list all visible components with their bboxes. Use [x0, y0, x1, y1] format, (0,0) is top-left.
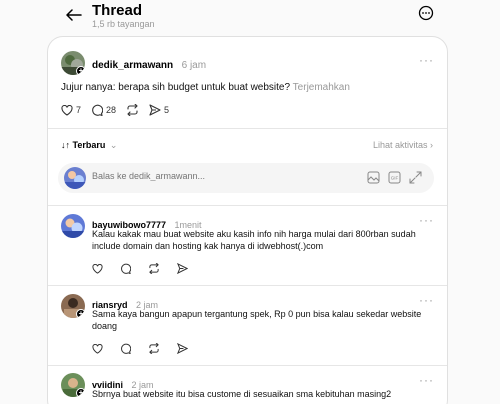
- follow-badge-icon[interactable]: +: [76, 309, 85, 318]
- comment-count: 28: [106, 105, 117, 115]
- reply-more-button[interactable]: ···: [419, 293, 434, 307]
- send-icon[interactable]: [177, 343, 188, 354]
- avatar-image: [61, 214, 85, 238]
- comment-icon: [92, 104, 104, 116]
- avatar[interactable]: +: [61, 51, 85, 75]
- view-count: 1,5 rb tayangan: [92, 19, 155, 29]
- sort-bar: ↓↑ Terbaru ⌄ Lihat aktivitas ›: [61, 140, 433, 152]
- expand-icon[interactable]: [409, 171, 422, 184]
- chevron-right-icon: ›: [430, 140, 433, 150]
- avatar[interactable]: [61, 214, 85, 238]
- reply-text: Sama kaya bangun apapun tergantung spek,…: [92, 309, 422, 331]
- more-options-button[interactable]: [418, 5, 434, 21]
- share-button[interactable]: 5: [149, 104, 169, 116]
- divider: [48, 205, 447, 206]
- like-button[interactable]: 7: [61, 104, 82, 116]
- repost-icon[interactable]: [148, 343, 160, 354]
- page-title: Thread: [92, 2, 143, 19]
- repost-icon[interactable]: [148, 263, 160, 274]
- follow-badge-icon[interactable]: +: [76, 66, 85, 75]
- reply-more-button[interactable]: ···: [419, 373, 434, 387]
- reply-actions: [92, 343, 188, 354]
- view-activity-label: Lihat aktivitas: [372, 140, 428, 150]
- avatar[interactable]: +: [61, 373, 85, 397]
- post-username[interactable]: dedik_armawann: [92, 60, 173, 71]
- post-time: 6 jam: [181, 60, 207, 71]
- heart-icon[interactable]: [92, 343, 103, 354]
- thread-header: Thread 1,5 rb tayangan: [0, 0, 500, 36]
- sort-label: Terbaru: [72, 140, 106, 150]
- heart-icon[interactable]: [92, 263, 103, 274]
- post-actions: 7 28 5: [61, 104, 169, 116]
- sort-dropdown[interactable]: ↓↑ Terbaru ⌄: [61, 140, 117, 150]
- divider: [48, 365, 447, 366]
- reply-input[interactable]: [92, 171, 342, 181]
- reply-more-button[interactable]: ···: [419, 213, 434, 227]
- comment-icon[interactable]: [120, 263, 131, 274]
- repost-icon: [127, 104, 138, 116]
- view-activity-link[interactable]: Lihat aktivitas ›: [373, 140, 433, 150]
- image-icon[interactable]: [367, 171, 380, 184]
- share-count: 5: [164, 105, 170, 115]
- comment-button[interactable]: 28: [91, 104, 116, 116]
- gif-icon[interactable]: GIF: [388, 171, 401, 184]
- follow-badge-icon[interactable]: +: [76, 388, 85, 397]
- reply-text: Kalau kakak mau buat website aku kasih i…: [92, 229, 416, 251]
- post-text-line: Jujur nanya: berapa sih budget untuk bua…: [61, 81, 431, 94]
- reply-actions: [92, 263, 188, 274]
- heart-icon: [61, 104, 73, 116]
- avatar[interactable]: +: [61, 294, 85, 318]
- back-button[interactable]: [64, 6, 84, 24]
- reply-tools: GIF: [367, 171, 422, 184]
- divider: [48, 285, 447, 286]
- sort-arrows-icon: ↓↑: [61, 140, 70, 150]
- back-arrow-icon: [66, 9, 82, 21]
- my-avatar: [64, 167, 86, 189]
- divider: [48, 128, 447, 129]
- translate-link[interactable]: Terjemahkan: [293, 82, 350, 93]
- post-text: Jujur nanya: berapa sih budget untuk bua…: [61, 82, 291, 93]
- repost-button[interactable]: [126, 104, 139, 116]
- reply-box[interactable]: GIF: [58, 163, 434, 193]
- send-icon[interactable]: [177, 263, 188, 274]
- more-circle-icon: [418, 5, 434, 21]
- like-count: 7: [76, 105, 82, 115]
- svg-text:GIF: GIF: [391, 176, 399, 181]
- reply-text: Sbrnya buat website itu bisa custome di …: [92, 389, 392, 399]
- send-icon: [149, 104, 161, 116]
- chevron-down-icon: ⌄: [109, 140, 118, 150]
- comment-icon[interactable]: [120, 343, 131, 354]
- avatar-image: [64, 167, 86, 189]
- post-more-button[interactable]: ···: [419, 53, 434, 67]
